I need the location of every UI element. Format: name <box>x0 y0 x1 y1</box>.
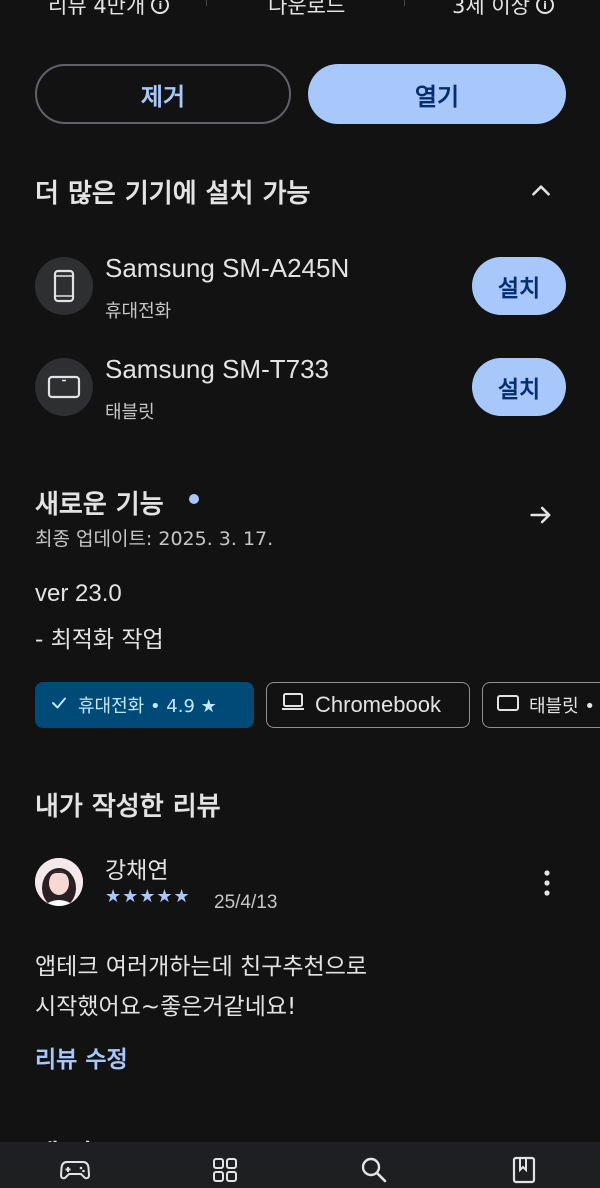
phone-icon <box>35 257 93 315</box>
apps-icon[interactable] <box>209 1154 241 1186</box>
chevron-up-icon[interactable] <box>528 178 554 204</box>
device-type: 휴대전화 <box>105 301 172 322</box>
tablet-icon <box>35 358 93 416</box>
edit-review-link[interactable]: 리뷰 수정 <box>35 1040 128 1074</box>
divider <box>206 0 207 6</box>
review-stars: ★★★★★ <box>105 886 191 907</box>
check-icon <box>50 693 68 717</box>
bottom-navigation <box>0 1142 600 1188</box>
app-stats-row: 리뷰 4만개 i 다운로드 3세 이상 i <box>0 0 600 24</box>
review-date: 25/4/13 <box>214 892 278 913</box>
device-type: 태블릿 <box>105 402 155 423</box>
review-author: 강채연 <box>105 858 169 884</box>
new-dot <box>189 494 199 504</box>
review-text-line1: 앱테크 여러개하는데 친구추천으로 <box>35 954 368 980</box>
whats-new-title: 새로운 기능 <box>35 490 164 520</box>
chip-phone[interactable]: 휴대전화 • 4.9 ★ <box>35 682 254 728</box>
avatar <box>35 858 83 906</box>
release-notes: - 최적화 작업 <box>35 627 164 653</box>
last-updated: 최종 업데이트: 2025. 3. 17. <box>35 528 274 550</box>
tablet-icon <box>497 693 519 717</box>
downloads-stat: 다운로드 <box>268 0 345 20</box>
reviews-stat[interactable]: 리뷰 4만개 i <box>48 0 170 20</box>
downloads-label: 다운로드 <box>268 0 346 18</box>
age-rating-label: 3세 이상 <box>452 0 530 18</box>
install-button[interactable]: 설치 <box>472 257 566 315</box>
my-review-title: 내가 작성한 리뷰 <box>35 792 221 822</box>
chip-tablet[interactable]: 태블릿 • <box>482 682 600 728</box>
search-icon[interactable] <box>358 1154 390 1186</box>
install-button[interactable]: 설치 <box>472 358 566 416</box>
chip-chromebook[interactable]: Chromebook <box>266 682 470 728</box>
chip-label: 휴대전화 • 4.9 ★ <box>78 696 217 717</box>
more-options-icon[interactable] <box>532 868 562 898</box>
reviews-label: 리뷰 4만개 <box>48 0 146 18</box>
version-text: ver 23.0 <box>35 580 122 607</box>
games-icon[interactable] <box>59 1154 91 1186</box>
review-text-line2: 시작했어요~좋은거같네요! <box>35 994 297 1020</box>
info-icon[interactable]: i <box>151 0 170 14</box>
open-button[interactable]: 열기 <box>308 64 566 124</box>
device-name: Samsung SM-A245N <box>105 253 350 283</box>
info-icon[interactable]: i <box>536 0 554 14</box>
books-icon[interactable] <box>508 1154 540 1186</box>
laptop-icon <box>281 692 305 718</box>
arrow-right-icon[interactable] <box>527 501 555 529</box>
chip-label: 태블릿 • <box>529 696 596 717</box>
remove-button[interactable]: 제거 <box>35 64 291 124</box>
device-name: Samsung SM-T733 <box>105 354 329 384</box>
devices-section-title: 더 많은 기기에 설치 가능 <box>35 179 311 209</box>
age-rating-stat[interactable]: 3세 이상 i <box>452 0 554 20</box>
divider <box>404 0 405 6</box>
chip-label: Chromebook <box>315 692 441 717</box>
